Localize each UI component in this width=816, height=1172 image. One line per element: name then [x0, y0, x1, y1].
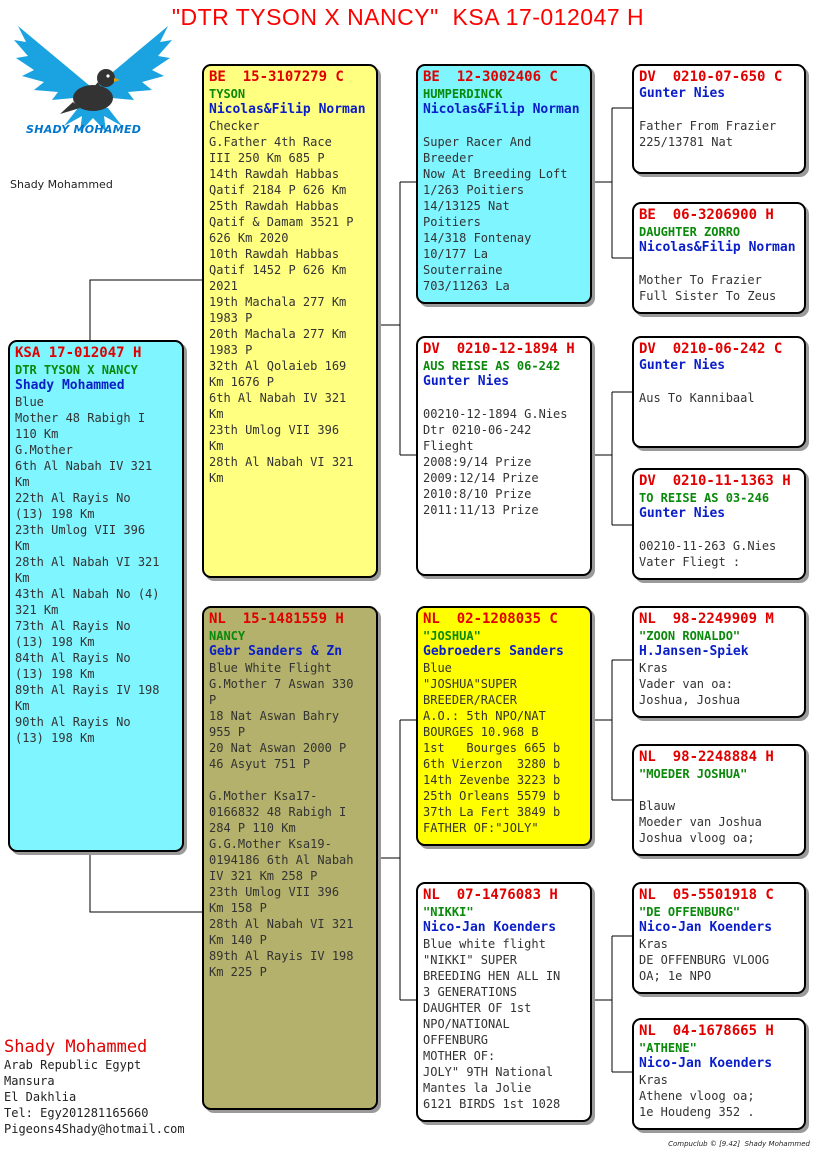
pigeon-info: 00210-12-1894 G.Nies Dtr 0210-06-242 Fli…: [423, 407, 568, 517]
pigeon-info: Blauw Moeder van Joshua Joshua vloog oa;: [639, 799, 762, 845]
pigeon-info: Blue White Flight G.Mother 7 Aswan 330 P…: [209, 661, 354, 979]
owner-city: Mansura: [4, 1074, 55, 1088]
pigeon-name: "ATHENE": [639, 1041, 697, 1055]
ring-number: NL 15-1481559 H: [209, 611, 344, 627]
ring-number: DV 0210-06-242 C: [639, 341, 783, 357]
pigeon-name: "DE OFFENBURG": [639, 905, 741, 919]
pigeon-name: "NIKKI": [423, 905, 474, 919]
sire-dam-card[interactable]: DV 0210-12-1894 H AUS REISE AS 06-242 Gu…: [416, 336, 592, 576]
pigeon-info: Father From Frazier 225/13781 Nat: [639, 119, 777, 149]
sire-dam-dam-card[interactable]: DV 0210-11-1363 H TO REISE AS 03-246 Gun…: [632, 468, 806, 580]
ring-number: NL 05-5501918 C: [639, 887, 774, 903]
ring-number: DV 0210-12-1894 H: [423, 341, 575, 357]
breeder-name: Nicolas&Filip Norman: [639, 240, 796, 255]
ring-number: DV 0210-07-650 C: [639, 69, 783, 85]
pigeon-info: Blue Mother 48 Rabigh I 110 Km G.Mother …: [15, 395, 160, 745]
breeder-name: Gunter Nies: [639, 506, 726, 521]
pigeon-info: Kras Athene vloog oa; 1e Houdeng 352 .: [639, 1073, 755, 1119]
dam-dam-sire-card[interactable]: NL 05-5501918 C "DE OFFENBURG" Nico-Jan …: [632, 882, 806, 994]
dam-dam-card[interactable]: NL 07-1476083 H "NIKKI" Nico-Jan Koender…: [416, 882, 592, 1122]
pigeon-info: Mother To Frazier Full Sister To Zeus: [639, 273, 777, 303]
ring-number: NL 98-2249909 M: [639, 611, 774, 627]
breeder-name: Nicolas&Filip Norman: [423, 102, 580, 117]
pigeon-name: DTR TYSON X NANCY: [15, 363, 138, 377]
breeder-name: Nico-Jan Koenders: [423, 920, 557, 935]
ring-number: NL 98-2248884 H: [639, 749, 774, 765]
ring-number: BE 06-3206900 H: [639, 207, 774, 223]
breeder-name: H.Jansen-Spiek: [639, 644, 749, 659]
dam-sire-card[interactable]: NL 02-1208035 C "JOSHUA" Gebroeders Sand…: [416, 606, 592, 846]
ring-number: BE 15-3107279 C: [209, 69, 344, 85]
pigeon-info: Kras DE OFFENBURG VLOOG OA; 1e NPO: [639, 937, 770, 983]
owner-phone: Tel: Egy201281165660: [4, 1106, 149, 1120]
owner-email[interactable]: Pigeons4Shady@hotmail.com: [4, 1121, 185, 1137]
sire-sire-sire-card[interactable]: DV 0210-07-650 C Gunter Nies Father From…: [632, 64, 806, 174]
subject-card[interactable]: KSA 17-012047 H DTR TYSON X NANCY Shady …: [8, 340, 184, 852]
ring-number: DV 0210-11-1363 H: [639, 473, 791, 489]
dam-sire-sire-card[interactable]: NL 98-2249909 M "ZOON RONALDO" H.Jansen-…: [632, 606, 806, 718]
ring-number: KSA 17-012047 H: [15, 345, 142, 361]
pigeon-info: Kras Vader van oa: Joshua, Joshua: [639, 661, 741, 707]
breeder-name: Nicolas&Filip Norman: [209, 102, 366, 117]
owner-name: Shady Mohammed: [4, 1037, 148, 1057]
breeder-name: Gunter Nies: [639, 86, 726, 101]
pigeon-info: Blue "JOSHUA"SUPER BREEDER/RACER A.O.: 5…: [423, 661, 561, 835]
owner-region: El Dakhlia: [4, 1090, 77, 1104]
sire-card[interactable]: BE 15-3107279 C TYSON Nicolas&Filip Norm…: [202, 64, 378, 578]
pigeon-name: TYSON: [209, 87, 246, 101]
pigeon-info: 00210-11-263 G.Nies Vater Fliegt :: [639, 539, 777, 569]
ring-number: NL 02-1208035 C: [423, 611, 558, 627]
pigeon-name: DAUGHTER ZORRO: [639, 225, 741, 239]
pigeon-name: TO REISE AS 03-246: [639, 491, 770, 505]
pigeon-info: Checker G.Father 4th Race III 250 Km 685…: [209, 119, 354, 485]
pigeon-name: AUS REISE AS 06-242: [423, 359, 561, 373]
breeder-name: Gunter Nies: [423, 374, 510, 389]
sire-dam-sire-card[interactable]: DV 0210-06-242 C Gunter Nies Aus To Kann…: [632, 336, 806, 448]
owner-country: Arab Republic Egypt: [4, 1058, 142, 1072]
owner-contact: Shady Mohammed Arab Republic Egypt Mansu…: [4, 1037, 185, 1137]
ring-number: BE 12-3002406 C: [423, 69, 558, 85]
pigeon-name: "ZOON RONALDO": [639, 629, 741, 643]
breeder-name: Nico-Jan Koenders: [639, 920, 773, 935]
sire-sire-card[interactable]: BE 12-3002406 C HUMPERDINCK Nicolas&Fili…: [416, 64, 592, 304]
breeder-name: Gunter Nies: [639, 358, 726, 373]
pigeon-name: "MOEDER JOSHUA": [639, 767, 748, 781]
breeder-name: Nico-Jan Koenders: [639, 1056, 773, 1071]
pigeon-info: Super Racer And Breeder Now At Breeding …: [423, 135, 568, 293]
pigeon-name: NANCY: [209, 629, 246, 643]
pigeon-name: "JOSHUA": [423, 629, 481, 643]
pigeon-name: HUMPERDINCK: [423, 87, 503, 101]
dam-card[interactable]: NL 15-1481559 H NANCY Gebr Sanders & Zn …: [202, 606, 378, 1110]
breeder-name: Shady Mohammed: [15, 378, 125, 393]
footer-credit: Compuclub © [9.42] Shady Mohammed: [668, 1140, 810, 1148]
pigeon-info: Aus To Kannibaal: [639, 391, 755, 405]
breeder-name: Gebr Sanders & Zn: [209, 644, 343, 659]
sire-sire-dam-card[interactable]: BE 06-3206900 H DAUGHTER ZORRO Nicolas&F…: [632, 202, 806, 314]
breeder-name: Gebroeders Sanders: [423, 644, 564, 659]
dam-sire-dam-card[interactable]: NL 98-2248884 H "MOEDER JOSHUA" Blauw Mo…: [632, 744, 806, 856]
pigeon-info: Blue white flight "NIKKI" SUPER BREEDING…: [423, 937, 561, 1111]
dam-dam-dam-card[interactable]: NL 04-1678665 H "ATHENE" Nico-Jan Koende…: [632, 1018, 806, 1130]
ring-number: NL 04-1678665 H: [639, 1023, 774, 1039]
ring-number: NL 07-1476083 H: [423, 887, 558, 903]
